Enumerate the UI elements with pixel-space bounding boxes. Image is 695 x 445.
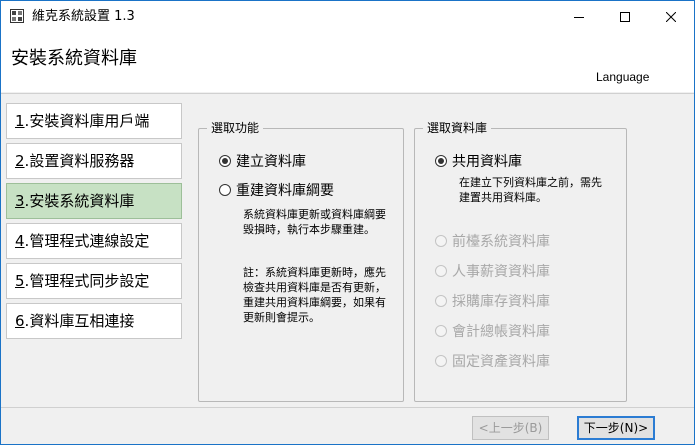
radio-hr-payroll-db[interactable]: 人事薪資資料庫 [435,261,550,281]
function-groupbox: 選取功能 建立資料庫 重建資料庫綱要 系統資料庫更新或資料庫綱要毀損時，執行本步… [198,121,404,402]
step-number: 5 [15,272,25,290]
update-note: 註：系統資料庫更新時，應先檢查共用資料庫是否有更新，重建共用資料庫綱要，如果有更… [243,266,386,324]
radio-label: 共用資料庫 [452,154,522,170]
close-icon [666,11,676,22]
radio-disabled-icon [435,355,447,367]
step-2[interactable]: 2.設置資料服務器 [6,143,182,179]
radio-checked-icon [219,155,231,167]
language-link[interactable]: Language [596,70,649,84]
radio-accounting-ledger-db[interactable]: 會計總帳資料庫 [435,321,550,341]
step-label: .設置資料服務器 [24,152,135,170]
radio-label: 固定資產資料庫 [452,354,550,370]
maximize-button[interactable] [602,1,648,32]
minimize-icon [574,16,584,18]
radio-checked-icon [435,155,447,167]
step-label: .安裝資料庫用戶端 [24,112,150,130]
radio-rebuild-schema[interactable]: 重建資料庫綱要 [219,180,334,200]
radio-create-database[interactable]: 建立資料庫 [219,151,306,171]
database-groupbox: 選取資料庫 共用資料庫 在建立下列資料庫之前，需先建置共用資料庫。 前檯系統資料… [414,121,627,402]
radio-disabled-icon [435,235,447,247]
radio-unchecked-icon [219,184,231,196]
step-label: .管理程式連線設定 [24,232,150,250]
radio-purchase-inventory-db[interactable]: 採購庫存資料庫 [435,291,550,311]
step-number: 3 [15,192,25,210]
shared-db-note: 在建立下列資料庫之前，需先建置共用資料庫。 [459,176,602,204]
page-title: 安裝系統資料庫 [11,48,137,69]
radio-label: 人事薪資資料庫 [452,264,550,280]
radio-label: 建立資料庫 [236,154,306,170]
radio-disabled-icon [435,265,447,277]
step-label: .安裝系統資料庫 [24,192,135,210]
step-number: 4 [15,232,25,250]
close-button[interactable] [648,1,694,32]
step-number: 1 [15,112,25,130]
window-title: 維克系統設置 1.3 [32,9,135,24]
radio-label: 重建資料庫綱要 [236,183,334,199]
radio-label: 前檯系統資料庫 [452,234,550,250]
radio-disabled-icon [435,295,447,307]
radio-label: 採購庫存資料庫 [452,294,550,310]
step-3-active[interactable]: 3.安裝系統資料庫 [6,183,182,219]
step-6[interactable]: 6.資料庫互相連接 [6,303,182,339]
minimize-button[interactable] [556,1,602,32]
rebuild-note: 系統資料庫更新或資料庫綱要毀損時，執行本步驟重建。 [243,208,386,236]
step-1[interactable]: 1.安裝資料庫用戶端 [6,103,182,139]
step-number: 2 [15,152,25,170]
step-number: 6 [15,312,25,330]
header-divider [1,93,694,94]
setup-window: 維克系統設置 1.3 安裝系統資料庫 Language 1.安裝資料庫用戶端 2… [0,0,695,445]
radio-label: 會計總帳資料庫 [452,324,550,340]
previous-button[interactable]: <上一步(B) [472,416,549,440]
step-5[interactable]: 5.管理程式同步設定 [6,263,182,299]
maximize-icon [620,11,630,22]
radio-disabled-icon [435,325,447,337]
radio-frontdesk-db[interactable]: 前檯系統資料庫 [435,231,550,251]
step-4[interactable]: 4.管理程式連線設定 [6,223,182,259]
radio-fixed-assets-db[interactable]: 固定資產資料庫 [435,351,550,371]
function-group-label: 選取功能 [207,121,264,135]
title-bar[interactable]: 維克系統設置 1.3 [1,1,694,32]
header: 安裝系統資料庫 Language [1,32,694,92]
app-icon [10,9,24,23]
footer-divider [1,407,694,408]
database-group-label: 選取資料庫 [423,121,492,135]
radio-shared-database[interactable]: 共用資料庫 [435,151,522,171]
step-label: .資料庫互相連接 [24,312,135,330]
step-label: .管理程式同步設定 [24,272,150,290]
next-button[interactable]: 下一步(N)> [577,416,655,440]
